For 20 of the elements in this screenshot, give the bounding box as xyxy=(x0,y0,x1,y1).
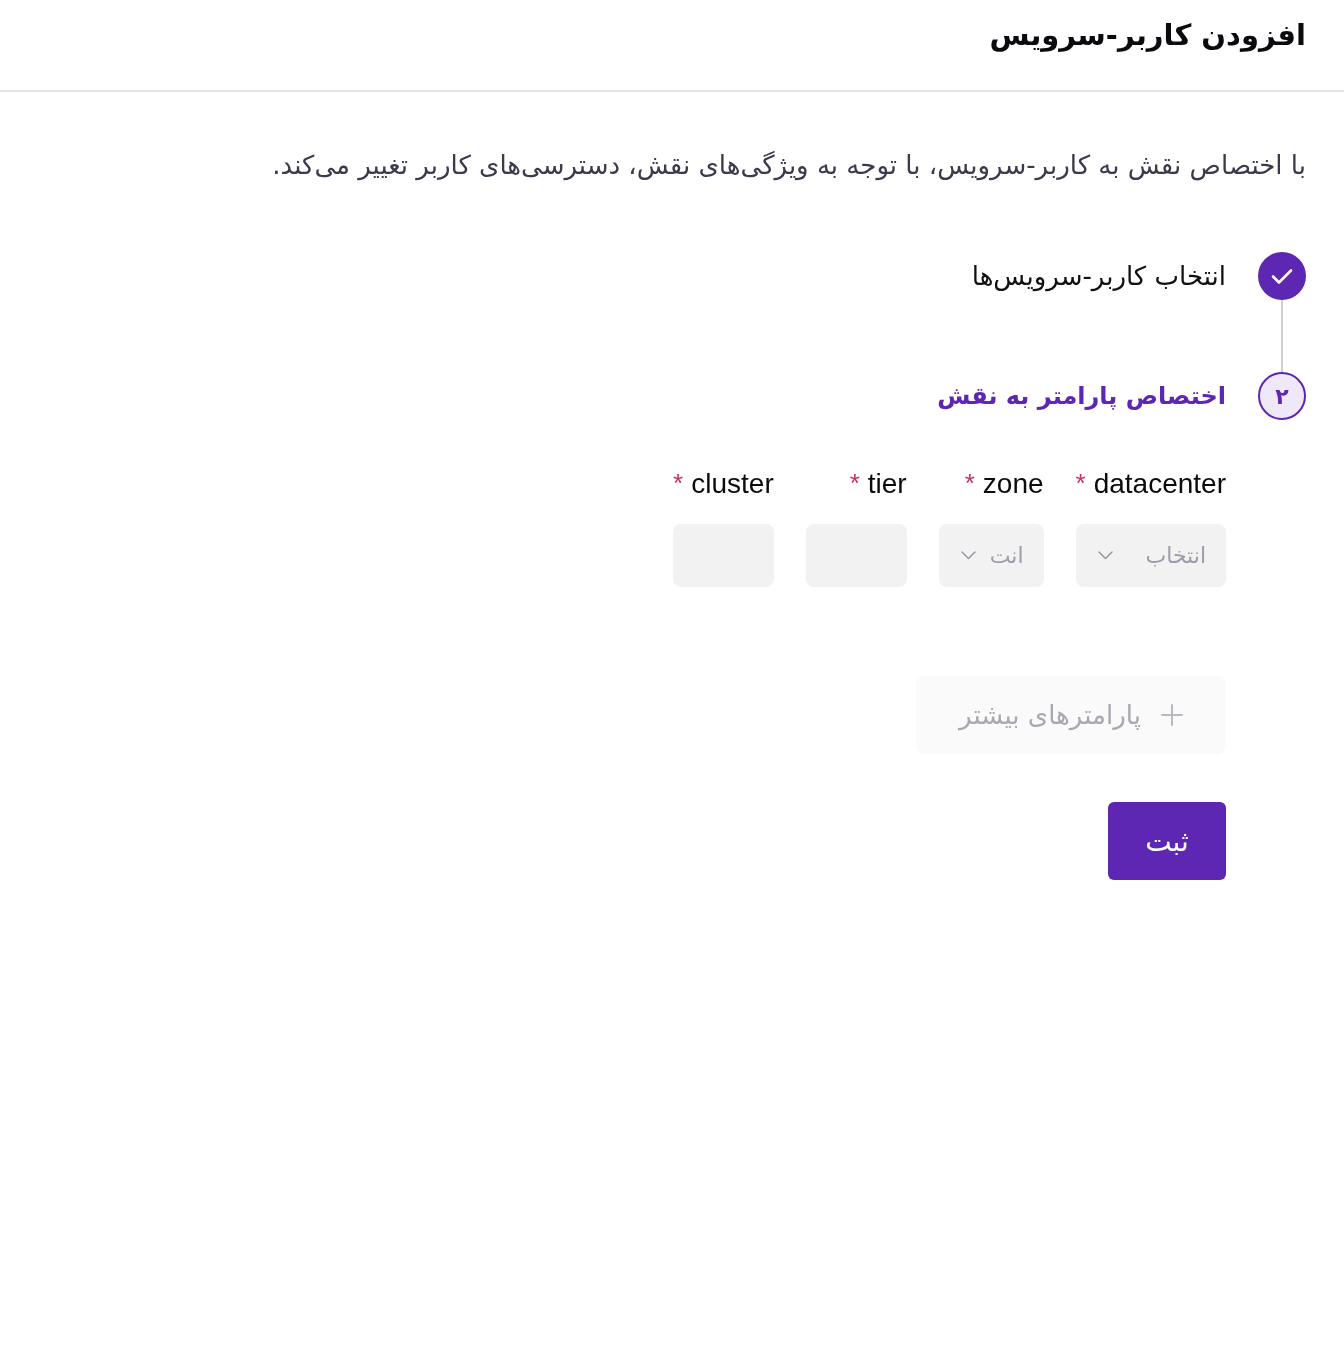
select-field[interactable]: انتخاب xyxy=(1075,524,1226,587)
description-text: با اختصاص نقش به کاربر-سرویس، با توجه به ویژگی‌های نقش، دسترسی‌های کاربر تغییر می‌کند. xyxy=(271,149,1306,183)
plus-icon xyxy=(1160,704,1183,726)
required-mark: * xyxy=(849,470,860,496)
step-label: اختصاص پارامتر به نقش xyxy=(937,381,1226,412)
page-title: افزودن کاربر-سرویس xyxy=(989,18,1306,52)
select-field[interactable]: انت xyxy=(938,524,1044,587)
required-mark: * xyxy=(673,470,684,496)
field-label: tier xyxy=(867,468,907,500)
step-number: ۲ xyxy=(1258,372,1306,420)
required-mark: * xyxy=(1075,470,1086,496)
submit-button[interactable]: ثبت xyxy=(1108,802,1226,880)
chevron-down-icon xyxy=(960,551,976,560)
field-label: cluster xyxy=(691,468,774,500)
field-label: zone xyxy=(982,468,1044,500)
step-connector-line xyxy=(1281,300,1283,372)
field-label: datacenter xyxy=(1093,468,1226,500)
required-mark: * xyxy=(964,470,975,496)
step-label: انتخاب کاربر-سرویس‌ها xyxy=(971,260,1226,294)
chevron-down-icon xyxy=(1097,551,1113,560)
